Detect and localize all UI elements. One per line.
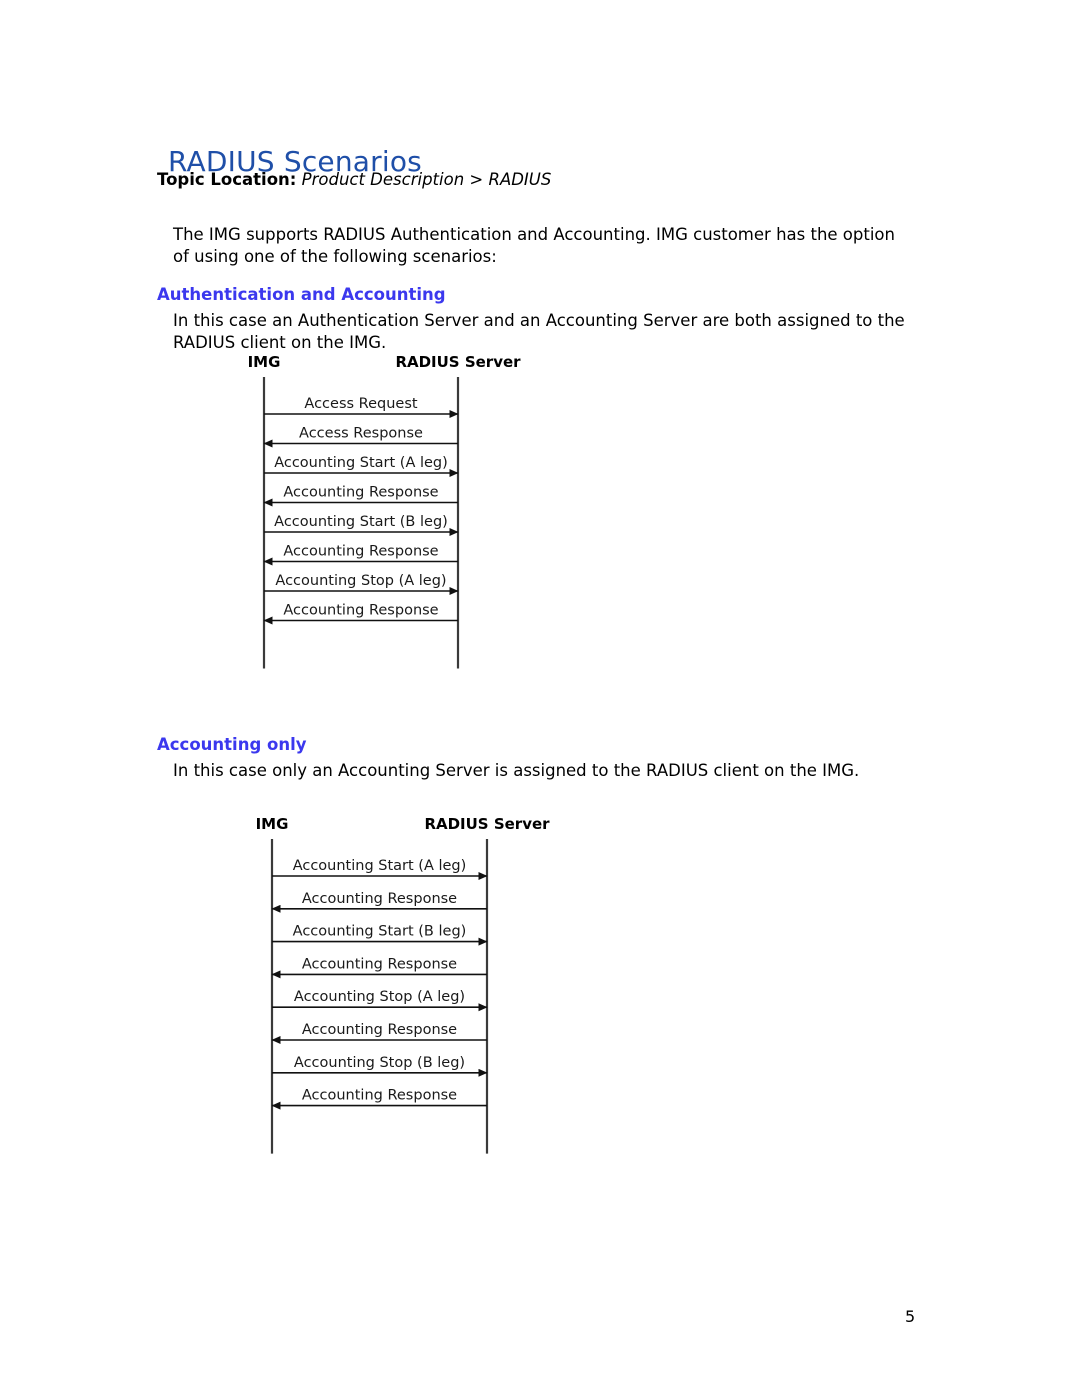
sequence-diagram-authentication-and-accounting: IMG RADIUS Server Access Request Access Res… [240,352,540,677]
message-label: Accounting Response [302,891,457,907]
topic-location-path: Product Description > RADIUS [301,170,552,189]
message-label: Accounting Response [283,603,438,619]
document-page: RADIUS Scenarios Topic Location: Product… [0,0,1080,1397]
topic-location-label: Topic Location: [157,170,297,189]
message-label: Accounting Response [302,1022,457,1038]
message-label: Accounting Response [283,544,438,560]
message-label: Accounting Stop (B leg) [294,1055,465,1071]
sequence-diagram-canvas: IMG RADIUS Server Accounting Start (A leg)… [256,815,550,1154]
message-label: Access Response [299,426,423,442]
lifeline-label-left: IMG [248,353,281,371]
section-heading-accounting-only: Accounting only [157,734,307,754]
message-label: Accounting Response [302,1088,457,1104]
message-label: Accounting Start (B leg) [293,924,467,940]
message-label: Accounting Start (A leg) [274,455,448,471]
lifeline-label-right: RADIUS Server [395,353,521,371]
section-heading-authentication-and-accounting: Authentication and Accounting [157,284,446,304]
message-label: Access Request [304,396,417,412]
message-label: Accounting Response [283,485,438,501]
message-label: Accounting Response [302,956,457,972]
topic-location: Topic Location: Product Description > RA… [157,170,551,189]
message-label: Accounting Start (B leg) [274,514,448,530]
section-paragraph-accounting-only: In this case only an Accounting Server i… [173,760,860,780]
message-label: Accounting Stop (A leg) [294,989,465,1005]
intro-paragraph: The IMG supports RADIUS Authentication a… [173,224,895,266]
lifeline-label-left: IMG [256,815,289,833]
sequence-diagram-canvas: IMG RADIUS Server Access Request Access Res… [248,353,521,669]
lifeline-label-right: RADIUS Server [424,815,550,833]
sequence-diagram-accounting-only: IMG RADIUS Server Accounting Start (A leg)… [248,814,578,1164]
section-paragraph-authentication-and-accounting: In this case an Authentication Server an… [173,310,905,352]
message-label: Accounting Stop (A leg) [275,573,446,589]
page-number: 5 [905,1307,916,1326]
message-label: Accounting Start (A leg) [293,858,467,874]
